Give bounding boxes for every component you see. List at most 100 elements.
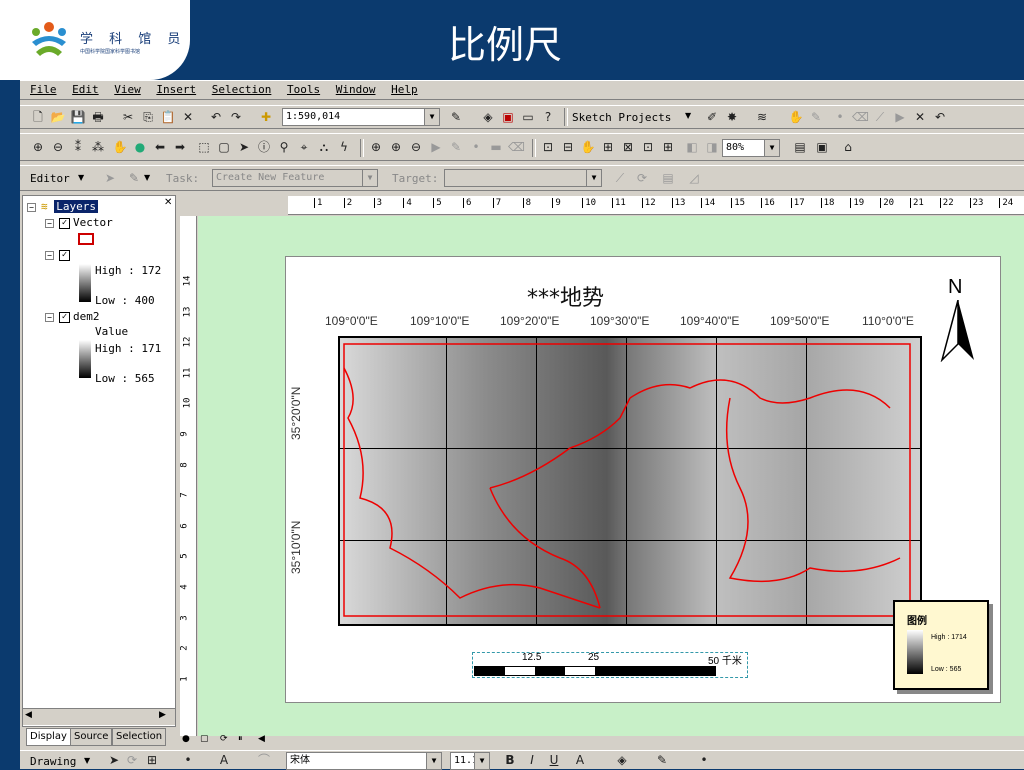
edit-tool-icon[interactable]: ✎ (808, 109, 824, 125)
menu-edit[interactable]: Edit (72, 83, 99, 96)
find-icon[interactable]: ⚲ (276, 139, 292, 155)
chevron-down-icon[interactable]: ▼ (424, 109, 439, 125)
chevron-down-icon[interactable]: ▼ (474, 753, 489, 769)
select-elements-icon[interactable]: ➤ (236, 139, 252, 155)
fill-color-icon[interactable]: ◈ (614, 752, 630, 768)
chevron-down-icon[interactable]: ▼ (78, 173, 84, 182)
zoom-in-icon[interactable]: ⊕ (30, 139, 46, 155)
rotate-icon[interactable]: ⟳ (124, 752, 140, 768)
layout-scrollbar[interactable]: ● ▢ ⟳ ⏸ ◀ (178, 734, 1024, 748)
previous-extent-icon[interactable]: ◧ (684, 139, 700, 155)
dot-icon[interactable]: • (468, 139, 484, 155)
menu-window[interactable]: Window (336, 83, 376, 96)
italic-icon[interactable]: I (524, 752, 540, 768)
menu-tools[interactable]: Tools (287, 83, 320, 96)
undo-sketch-icon[interactable]: ↶ (932, 109, 948, 125)
fixed-page-out-icon[interactable]: ⊠ (620, 139, 636, 155)
layers-root[interactable]: Layers (54, 200, 98, 213)
bold-icon[interactable]: B (502, 752, 518, 768)
back-icon[interactable]: ⬅ (152, 139, 168, 155)
edit-icon[interactable]: ✎ (448, 139, 464, 155)
sketch-tool-icon[interactable]: ✎ (126, 170, 142, 186)
menu-insert[interactable]: Insert (156, 83, 196, 96)
brush-icon[interactable]: ≋ (754, 109, 770, 125)
save-icon[interactable]: 💾 (70, 109, 86, 125)
menu-view[interactable]: View (114, 83, 141, 96)
tab-display[interactable]: Display (26, 728, 71, 746)
new-icon[interactable]: 🗋 (30, 109, 46, 125)
collapse-icon[interactable]: − (27, 202, 36, 212)
sketch-properties-icon[interactable]: ◿ (686, 170, 702, 186)
fixed-zoom-out-icon[interactable]: ⁂ (90, 139, 106, 155)
menu-file[interactable]: File (30, 83, 57, 96)
measure-icon[interactable]: ⛬ (316, 139, 332, 155)
eraser-icon[interactable]: ⌫ (508, 139, 525, 155)
collapse-icon[interactable]: − (45, 218, 54, 228)
font-size-combo[interactable]: 11.1 ▼ (450, 752, 490, 770)
toggle-draft-icon[interactable]: ▤ (792, 139, 808, 155)
zoom-100-icon[interactable]: ⊡ (640, 139, 656, 155)
map-frame[interactable] (338, 336, 922, 626)
collapse-icon[interactable]: − (45, 312, 54, 322)
play-icon[interactable]: ▶ (428, 139, 444, 155)
page-extent-icon[interactable]: ⊞ (660, 139, 676, 155)
layout-view-icon[interactable]: ▢ (200, 734, 209, 744)
toc-scrollbar[interactable]: ◀ ▶ (23, 708, 175, 725)
chevron-down-icon[interactable]: ▼ (144, 173, 150, 182)
redo-icon[interactable]: ↷ (228, 109, 244, 125)
vector-symbol[interactable] (78, 233, 94, 245)
collapse-icon[interactable]: − (45, 250, 54, 260)
north-arrow-icon[interactable] (940, 300, 976, 362)
point-icon[interactable]: • (832, 109, 848, 125)
change-layout-icon[interactable]: ⌂ (840, 139, 856, 155)
chevron-down-icon[interactable]: ▼ (685, 111, 691, 120)
layout-zoom-out-icon[interactable]: ⊕ (388, 139, 404, 155)
chevron-down-icon[interactable]: ▼ (362, 170, 377, 186)
zoom-page-out-icon[interactable]: ⊟ (560, 139, 576, 155)
layout-zoom-combo[interactable]: 80% ▼ (722, 139, 780, 157)
play-icon[interactable]: ▶ (892, 109, 908, 125)
scroll-left-icon[interactable]: ◀ (258, 734, 265, 744)
editor-toolbar-icon[interactable]: ✎ (448, 109, 464, 125)
pause-icon[interactable]: ⏸ (238, 734, 243, 744)
copy-icon[interactable]: ⎘ (140, 109, 156, 125)
close-icon[interactable]: ✕ (912, 109, 928, 125)
map-title[interactable]: ***地势 (527, 280, 604, 312)
font-combo[interactable]: 宋体 ▼ (286, 752, 442, 770)
pan-page-icon[interactable]: ✋ (580, 139, 596, 155)
task-combo[interactable]: Create New Feature ▼ (212, 169, 378, 187)
select-elements-icon[interactable]: ➤ (106, 752, 122, 768)
command-line-icon[interactable]: ▭ (520, 109, 536, 125)
editor-menu[interactable]: Editor (30, 172, 70, 185)
full-extent-icon[interactable]: ● (132, 139, 148, 155)
select-features-icon[interactable]: ⬚ (196, 139, 212, 155)
layout-zoom-in-icon[interactable]: ⊕ (368, 139, 384, 155)
sketch-projects-menu[interactable]: Sketch Projects (572, 111, 671, 124)
eraser-icon[interactable]: ⌫ (852, 109, 869, 125)
layout-zoom-icon[interactable]: ⊖ (408, 139, 424, 155)
add-data-icon[interactable]: ✚ (258, 109, 274, 125)
arctoolbox-icon[interactable]: ▣ (500, 109, 516, 125)
cut-icon[interactable]: ✂ (120, 109, 136, 125)
menu-selection[interactable]: Selection (212, 83, 272, 96)
chevron-down-icon[interactable]: ▼ (764, 140, 779, 156)
whats-this-icon[interactable]: ? (540, 109, 556, 125)
drawing-menu[interactable]: Drawing (30, 755, 76, 768)
tab-selection[interactable]: Selection (112, 728, 167, 746)
line-color-icon[interactable]: ✎ (654, 752, 670, 768)
chevron-down-icon[interactable]: ▼ (84, 756, 90, 765)
target-combo[interactable]: ▼ (444, 169, 602, 187)
spline-text-icon[interactable]: ⌒ (256, 752, 272, 768)
tab-source[interactable]: Source (70, 728, 113, 746)
line-icon[interactable]: ⟋ (872, 109, 888, 125)
next-extent-icon[interactable]: ◨ (704, 139, 720, 155)
edit-tool-icon[interactable]: ➤ (102, 170, 118, 186)
layer-vector[interactable]: Vector (73, 216, 113, 229)
sketch-tool-icon[interactable]: ✸ (724, 109, 740, 125)
layer-checkbox[interactable]: ✓ (59, 249, 70, 261)
chevron-down-icon[interactable]: ▼ (586, 170, 601, 186)
layer-checkbox[interactable]: ✓ (59, 217, 70, 229)
menu-help[interactable]: Help (391, 83, 418, 96)
scroll-left-icon[interactable]: ◀ (25, 710, 32, 720)
scale-combo[interactable]: 1:590,014 ▼ (282, 108, 440, 126)
